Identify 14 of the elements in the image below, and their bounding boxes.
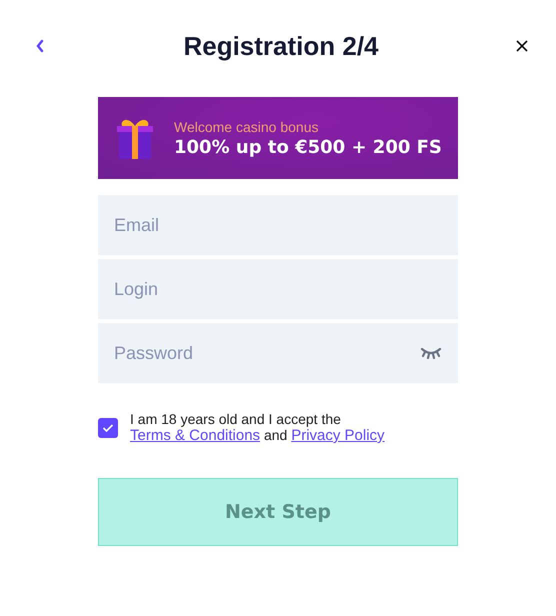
privacy-link[interactable]: Privacy Policy (291, 427, 385, 444)
close-icon (516, 40, 528, 52)
page-title: Registration 2/4 (183, 30, 379, 62)
consent-text: I am 18 years old and I accept the Terms & Conditions and Privacy Policy (130, 411, 385, 444)
input-field[interactable]: Email (98, 195, 458, 255)
consent-checkbox[interactable] (98, 418, 118, 438)
bonus-subtitle: Welcome casino bonus (174, 118, 320, 134)
terms-link[interactable]: Terms & Conditions (130, 427, 260, 444)
checkmark-icon (102, 422, 114, 432)
input-field[interactable]: Login (98, 259, 458, 319)
bonus-headline: 100% up to €500 + 200 FS (174, 136, 442, 158)
chevron-left-icon (35, 39, 45, 53)
password-field[interactable]: Password (98, 323, 458, 383)
closed-eye-icon[interactable] (420, 347, 442, 359)
